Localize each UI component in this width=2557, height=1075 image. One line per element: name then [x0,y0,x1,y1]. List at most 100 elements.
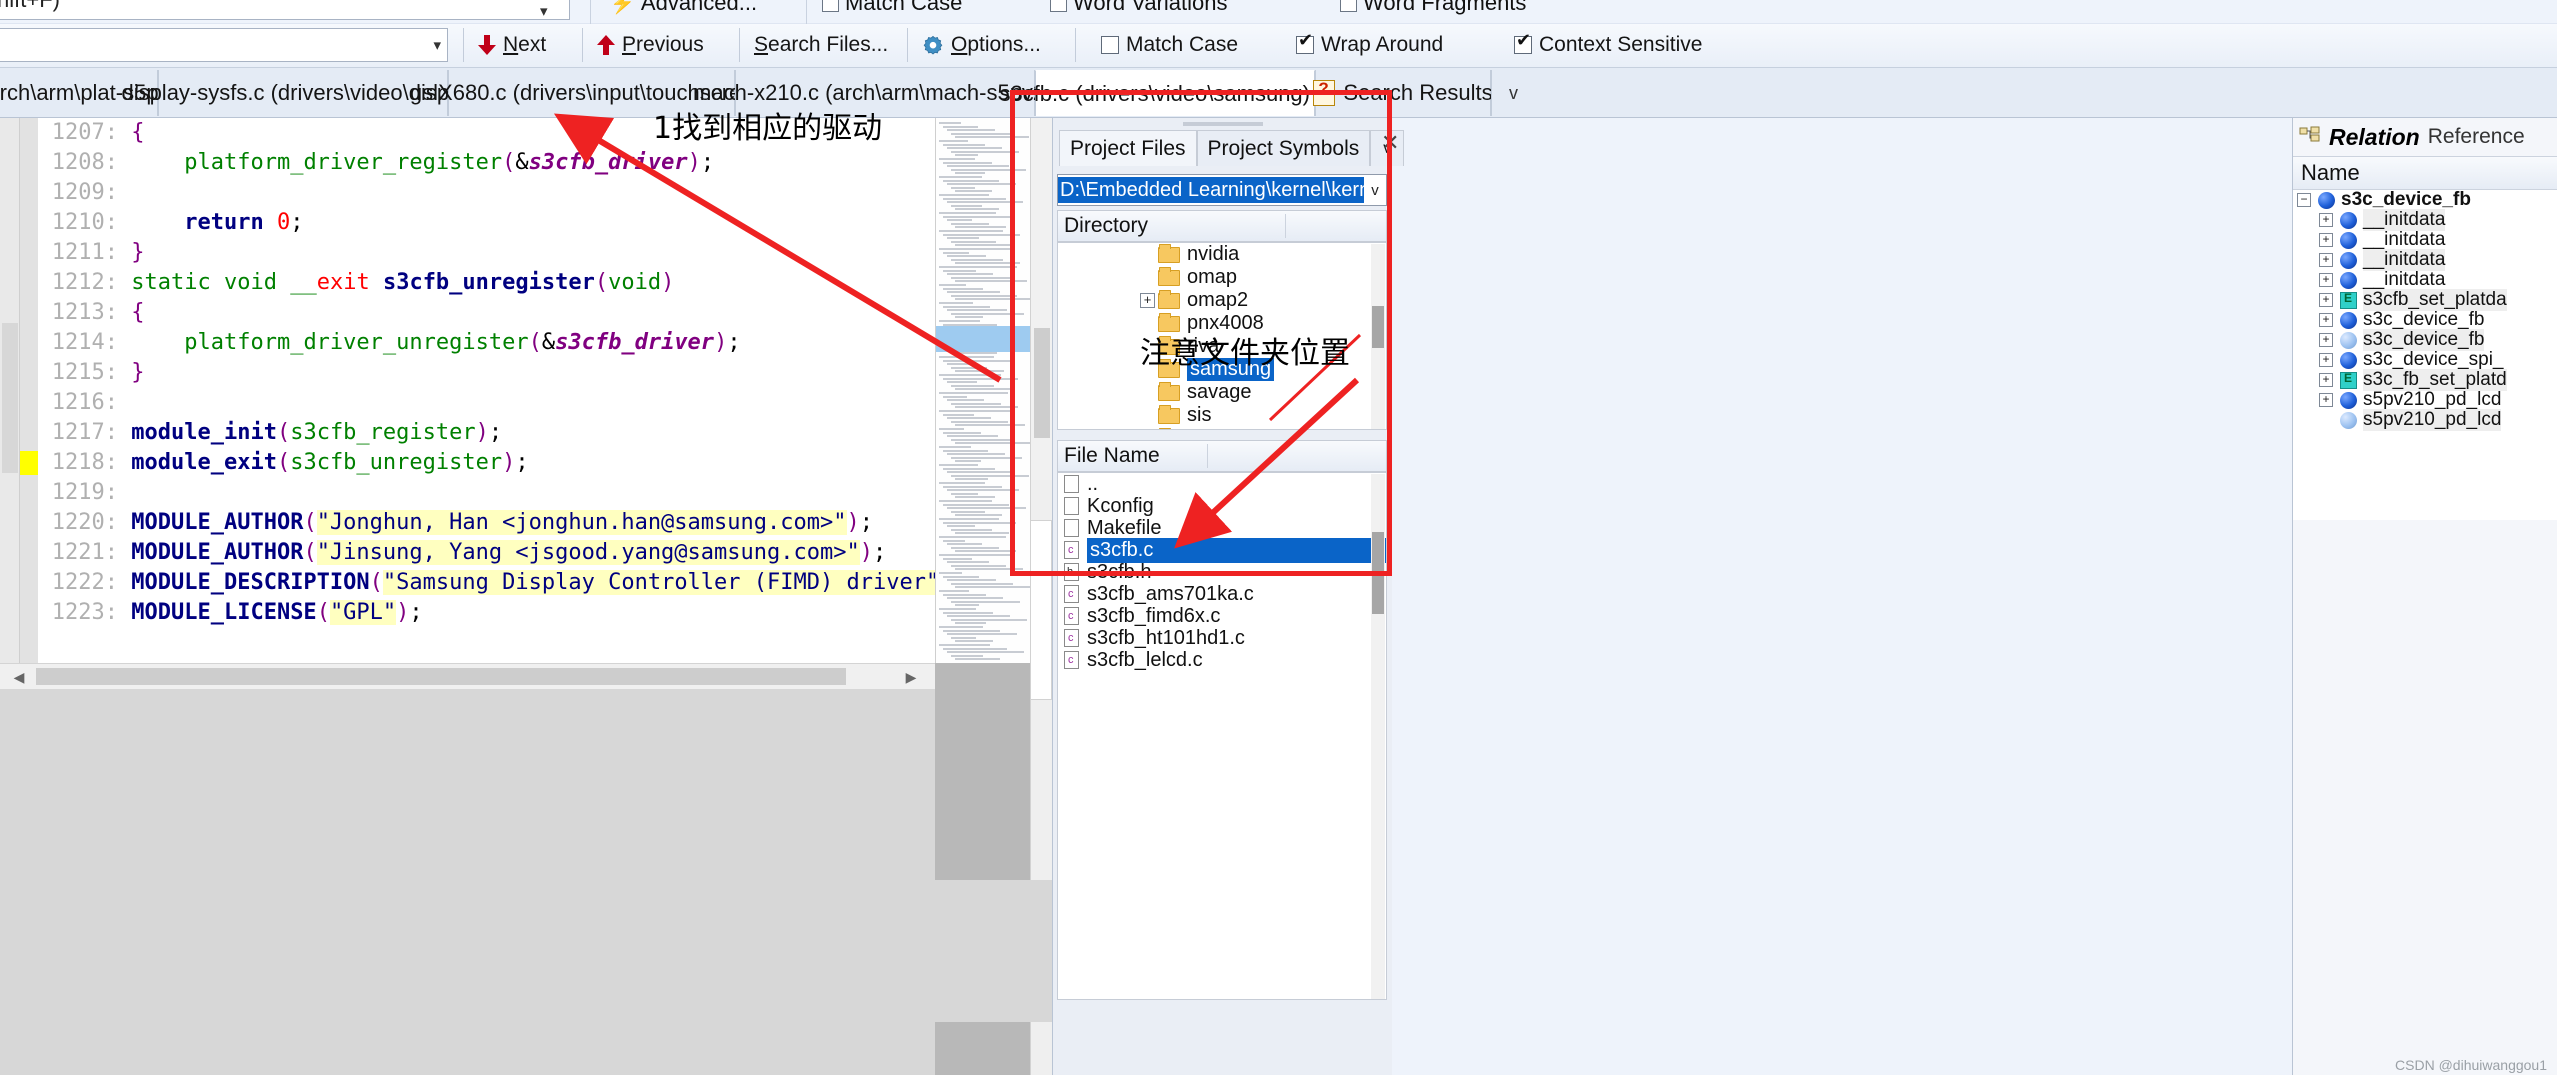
directory-tree-item[interactable]: vermilion [1058,427,1386,429]
expand-icon[interactable]: + [2319,213,2333,227]
relation-tree[interactable]: − s3c_device_fb + __initdata + __initdata + __i… [2293,190,2557,520]
scroll-right-icon[interactable]: ▶ [900,667,922,687]
expand-icon[interactable]: + [2319,233,2333,247]
code-minimap[interactable] [935,118,1030,663]
wrap-around-checkbox[interactable]: Wrap Around [1290,28,1449,62]
code-line[interactable]: 1208: platform_driver_register(&s3cfb_dr… [38,148,935,178]
directory-tree-item[interactable]: savage [1058,381,1386,404]
relation-tree-item[interactable]: + s3c_device_fb [2293,309,2557,330]
tab-display-sysfs[interactable]: display-sysfs.c (drivers\video\display) [121,70,485,116]
relation-tree-item[interactable]: + s3cfb_set_platda [2293,289,2557,311]
expand-icon[interactable]: + [2319,293,2333,307]
directory-tree-item[interactable]: nvidia [1058,243,1386,266]
advanced-button[interactable]: ⚡ Advanced... [610,0,757,20]
collapse-icon[interactable]: − [2297,193,2311,207]
scroll-left-icon[interactable]: ◀ [8,667,30,687]
options-button[interactable]: Options... [916,28,1047,62]
close-panel-icon[interactable]: ✕ [1381,130,1399,156]
match-case-checkbox[interactable]: Match Case [1095,28,1244,62]
code-line[interactable]: 1217: module_init(s3cfb_register); [38,418,935,448]
relation-tree-item[interactable]: s5pv210_pd_lcd [2293,409,2557,431]
file-list-item[interactable]: .. [1058,473,1386,495]
editor-horizontal-scrollbar[interactable]: ◀ ▶ [0,663,935,689]
relation-tree-item[interactable]: − s3c_device_fb [2293,190,2557,210]
code-line[interactable]: 1216: [38,388,935,418]
directory-tree-item[interactable]: sis [1058,404,1386,427]
expand-icon[interactable]: + [2319,353,2333,367]
code-line[interactable]: 1215: } [38,358,935,388]
code-line[interactable]: 1221: MODULE_AUTHOR("Jinsung, Yang <jsgo… [38,538,935,568]
previous-button[interactable]: Previous [591,28,710,62]
relation-tree-item[interactable]: + __initdata [2293,229,2557,250]
directory-tree-item[interactable]: + omap2 [1058,289,1386,312]
code-line[interactable]: 1219: [38,478,935,508]
code-line[interactable]: 1209: [38,178,935,208]
scrollbar-thumb[interactable] [1372,306,1384,348]
code-line[interactable]: 1212: static void __exit s3cfb_unregiste… [38,268,935,298]
filename-column-header[interactable]: File Name [1057,440,1387,472]
expand-icon[interactable]: + [2319,373,2333,387]
file-list-item[interactable]: s3cfb.h [1058,561,1386,583]
code-line[interactable]: 1210: return 0; [38,208,935,238]
file-list-item[interactable]: s3cfb_fimd6x.c [1058,605,1386,627]
match-case-checkbox-top[interactable]: Match Case [822,0,962,20]
checkbox-icon[interactable] [1296,31,1314,54]
code-line[interactable]: 1213: { [38,298,935,328]
expand-icon[interactable]: + [2319,313,2333,327]
expand-icon[interactable]: + [2319,393,2333,407]
file-list[interactable]: ..KconfigMakefiles3cfb.cs3cfb.hs3cfb_ams… [1057,472,1387,1000]
directory-column-header[interactable]: Directory [1057,210,1387,242]
scrollbar-thumb[interactable] [1034,328,1050,438]
search-input[interactable]: ▾ [0,28,448,62]
minimap-viewport[interactable] [936,326,1030,352]
word-variations-checkbox[interactable]: Word Variations [1050,0,1227,20]
panel-drag-grip[interactable] [1183,122,1263,126]
relation-tree-item[interactable]: + s5pv210_pd_lcd [2293,389,2557,410]
code-line[interactable]: 1214: platform_driver_unregister(&s3cfb_… [38,328,935,358]
expand-icon[interactable]: + [2319,333,2333,347]
project-path-combobox[interactable]: D:\Embedded Learning\kernel\kernel\drive… [1057,174,1387,206]
checkbox-icon[interactable] [1514,31,1532,54]
scrollbar-thumb[interactable] [36,668,846,685]
context-sensitive-checkbox[interactable]: Context Sensitive [1508,28,1708,62]
expand-icon[interactable]: + [1140,293,1155,308]
expand-icon[interactable]: + [2319,253,2333,267]
relation-tree-item[interactable]: + s3c_device_spi_ [2293,349,2557,370]
chevron-down-icon[interactable]: ▾ [433,38,441,53]
checkbox-icon[interactable] [822,0,839,12]
relation-tree-item[interactable]: + s3c_device_fb [2293,329,2557,351]
relation-tree-item[interactable]: + __initdata [2293,269,2557,290]
tab-s3cfb-c[interactable]: s3cfb.c (drivers\video\samsung) * ✕ [999,70,1351,116]
code-line[interactable]: 1222: MODULE_DESCRIPTION("Samsung Displa… [38,568,935,598]
chevron-down-icon[interactable]: v [1364,182,1386,199]
relation-tree-item[interactable]: + __initdata [2293,209,2557,231]
secondary-scroll-thumb[interactable] [1030,520,1052,700]
search-files-button[interactable]: Search Files... [748,28,894,62]
code-line[interactable]: 1211: } [38,238,935,268]
checkbox-icon[interactable] [1101,36,1119,54]
expand-icon[interactable]: + [2319,273,2333,287]
word-fragments-checkbox[interactable]: Word Fragments [1340,0,1526,20]
next-button[interactable]: Next [472,28,552,62]
code-line[interactable]: 1220: MODULE_AUTHOR("Jonghun, Han <jongh… [38,508,935,538]
file-list-item[interactable]: s3cfb.c [1058,537,1386,563]
scrollbar-thumb[interactable] [1372,532,1384,614]
directory-tree-item[interactable]: omap [1058,266,1386,289]
editor-scroll-knob[interactable] [2,323,18,473]
tab-project-symbols[interactable]: Project Symbols [1196,130,1371,166]
checkbox-icon[interactable] [1050,0,1067,12]
file-list-item[interactable]: Makefile [1058,517,1386,539]
code-lines[interactable]: 1207: {1208: platform_driver_register(&s… [38,118,935,663]
code-editor[interactable]: 1207: {1208: platform_driver_register(&s… [0,118,935,663]
tab-overflow-button[interactable]: v [1491,70,1535,116]
relation-name-header[interactable]: Name [2293,156,2557,190]
checkbox-icon[interactable] [1340,0,1357,12]
code-line[interactable]: 1223: MODULE_LICENSE("GPL"); [38,598,935,628]
code-line[interactable]: 1218: module_exit(s3cfb_unregister); [38,448,935,478]
directory-scrollbar[interactable] [1371,244,1385,429]
file-list-item[interactable]: s3cfb_ht101hd1.c [1058,627,1386,649]
file-list-item[interactable]: s3cfb_ams701ka.c [1058,583,1386,605]
search-combo-cut[interactable]: hift+F) [0,0,570,20]
file-list-item[interactable]: s3cfb_lelcd.c [1058,649,1386,671]
search-combo-cut-arrow-icon[interactable]: ▾ [540,2,548,20]
